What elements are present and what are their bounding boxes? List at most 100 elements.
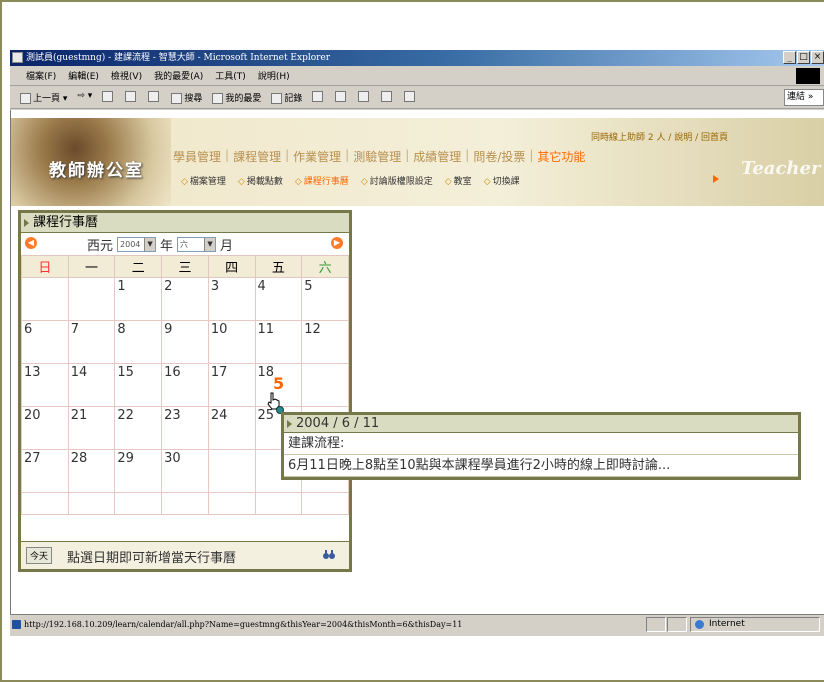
menu-file[interactable]: 檔案(F) — [26, 69, 56, 82]
home-icon[interactable] — [148, 91, 160, 102]
stop-icon[interactable] — [102, 91, 114, 102]
day-cell[interactable]: 3 — [207, 277, 256, 321]
day-cell[interactable]: 17 — [207, 363, 256, 407]
globe-icon — [695, 620, 704, 629]
day-cell[interactable]: 5 — [301, 277, 349, 321]
menu-tools[interactable]: 工具(T) — [215, 69, 246, 82]
day-cell[interactable] — [207, 449, 256, 493]
day-cell[interactable] — [161, 492, 209, 515]
day-cell[interactable]: 12 — [301, 320, 349, 364]
today-button[interactable]: 今天 — [26, 547, 53, 564]
mail-icon[interactable] — [312, 91, 324, 102]
subnav-points[interactable]: ◇ 掲載點數 — [238, 174, 283, 187]
day-cell[interactable] — [21, 277, 69, 321]
day-cell[interactable] — [301, 492, 349, 515]
day-cell[interactable]: 4 — [254, 277, 303, 321]
edit-icon[interactable] — [358, 91, 370, 102]
favorites-icon — [212, 93, 224, 104]
search-button[interactable]: 搜尋 — [171, 91, 202, 104]
day-cell-event[interactable]: 11 — [254, 320, 303, 364]
print-icon[interactable] — [335, 91, 347, 102]
day-cell[interactable]: 1 — [114, 277, 163, 321]
day-cell[interactable]: 14 — [67, 363, 116, 407]
messenger-icon[interactable] — [404, 91, 416, 102]
title-bar: 測試員(guestmng) - 建課流程 - 智慧大師 - Microsoft … — [10, 50, 824, 66]
nav-other[interactable]: 其它功能 — [537, 148, 585, 165]
day-cell[interactable] — [254, 492, 303, 515]
subnav-classroom[interactable]: ◇ 教室 — [445, 174, 472, 187]
month-unit: 月 — [220, 239, 234, 254]
day-cell[interactable]: 28 — [67, 449, 116, 493]
day-cell[interactable] — [67, 492, 116, 515]
nav-courses[interactable]: 課程管理 — [233, 148, 281, 165]
ie-window: 測試員(guestmng) - 建課流程 - 智慧大師 - Microsoft … — [10, 50, 824, 636]
nav-surveys[interactable]: 問卷/投票 — [473, 148, 525, 165]
menu-help[interactable]: 說明(H) — [258, 69, 290, 82]
popup-label: 建課流程: — [284, 433, 798, 455]
day-cell[interactable] — [301, 363, 349, 407]
menu-view[interactable]: 檢視(V) — [111, 69, 142, 82]
week-row: 13 14 15 16 17 18 — [21, 363, 349, 407]
links-bar[interactable]: 連結 » — [784, 89, 824, 106]
day-cell[interactable] — [207, 492, 256, 515]
discuss-icon[interactable] — [381, 91, 393, 102]
nav-homework[interactable]: 作業管理 — [293, 148, 341, 165]
weekday-fri: 五 — [254, 255, 303, 278]
binoculars-icon[interactable] — [323, 550, 335, 560]
year-select[interactable]: 2004 ▼ — [117, 237, 157, 252]
day-cell[interactable]: 20 — [21, 406, 69, 450]
prev-month-icon[interactable]: ◀ — [25, 237, 37, 249]
play-arrow-icon[interactable] — [713, 175, 719, 183]
nav-grades[interactable]: 成績管理 — [413, 148, 461, 165]
online-info[interactable]: 同時線上助師 2 人 / 說明 / 回首頁 — [591, 130, 728, 143]
day-cell[interactable]: 7 — [67, 320, 116, 364]
subnav-forum-perm[interactable]: ◇ 討論版權限設定 — [361, 174, 433, 187]
favorites-button[interactable]: 我的最愛 — [212, 91, 261, 104]
event-popup: 2004 / 6 / 11 建課流程: 6月11日晚上8點至10點與本課程學員進… — [281, 412, 801, 480]
day-cell[interactable]: 27 — [21, 449, 69, 493]
history-button[interactable]: 記錄 — [271, 91, 302, 104]
day-cell[interactable]: 10 — [207, 320, 256, 364]
day-cell[interactable]: 23 — [161, 406, 209, 450]
day-cell[interactable] — [114, 492, 163, 515]
subnav-switch-course[interactable]: ◇ 切換課 — [484, 174, 520, 187]
day-cell[interactable] — [67, 277, 116, 321]
event-count-badge: 5 — [273, 374, 285, 393]
day-cell[interactable]: 15 — [114, 363, 163, 407]
nav-exams[interactable]: 測驗管理 — [353, 148, 401, 165]
day-cell[interactable]: 6 — [21, 320, 69, 364]
day-cell[interactable]: 9 — [161, 320, 209, 364]
minimize-button[interactable]: _ — [783, 51, 796, 64]
footer-hint: 點選日期即可新增當天行事曆 — [67, 551, 237, 566]
popup-content[interactable]: 6月11日晚上8點至10點與本課程學員進行2小時的線上即時討論... — [284, 455, 798, 477]
day-cell[interactable] — [21, 492, 69, 515]
status-segment — [646, 617, 666, 632]
week-row — [21, 492, 349, 515]
menu-favorites[interactable]: 我的最愛(A) — [154, 69, 203, 82]
year-unit: 年 — [160, 239, 174, 254]
day-cell[interactable]: 24 — [207, 406, 256, 450]
day-cell[interactable]: 30 — [161, 449, 209, 493]
day-cell[interactable]: 16 — [161, 363, 209, 407]
calendar-footer: 今天 點選日期即可新增當天行事曆 — [21, 541, 349, 569]
refresh-icon[interactable] — [125, 91, 137, 102]
next-month-icon[interactable]: ▶ — [331, 237, 343, 249]
main-nav: 學員管理 | 課程管理 | 作業管理 | 測驗管理 | 成績管理 | 問卷/投票 | 其它功… — [173, 148, 586, 165]
back-button[interactable]: 上一頁 ▾ — [20, 91, 67, 104]
era-label: 西元 — [87, 239, 114, 254]
maximize-button[interactable]: □ — [797, 51, 810, 64]
subnav-calendar[interactable]: ◇ 課程行事曆 — [295, 174, 349, 187]
day-cell[interactable]: 2 — [161, 277, 209, 321]
close-button[interactable]: × — [811, 51, 824, 64]
month-select[interactable]: 六 ▼ — [177, 237, 217, 252]
forward-button[interactable]: ⇨ ▾ — [77, 91, 92, 104]
day-cell[interactable]: 21 — [67, 406, 116, 450]
day-cell[interactable]: 13 — [21, 363, 69, 407]
subnav-files[interactable]: ◇ 檔案管理 — [181, 174, 226, 187]
day-cell[interactable]: 29 — [114, 449, 163, 493]
day-cell[interactable]: 8 — [114, 320, 163, 364]
window-title: 測試員(guestmng) - 建課流程 - 智慧大師 - Microsoft … — [26, 53, 331, 63]
menu-edit[interactable]: 編輯(E) — [68, 69, 99, 82]
day-cell[interactable]: 22 — [114, 406, 163, 450]
nav-students[interactable]: 學員管理 — [173, 148, 221, 165]
